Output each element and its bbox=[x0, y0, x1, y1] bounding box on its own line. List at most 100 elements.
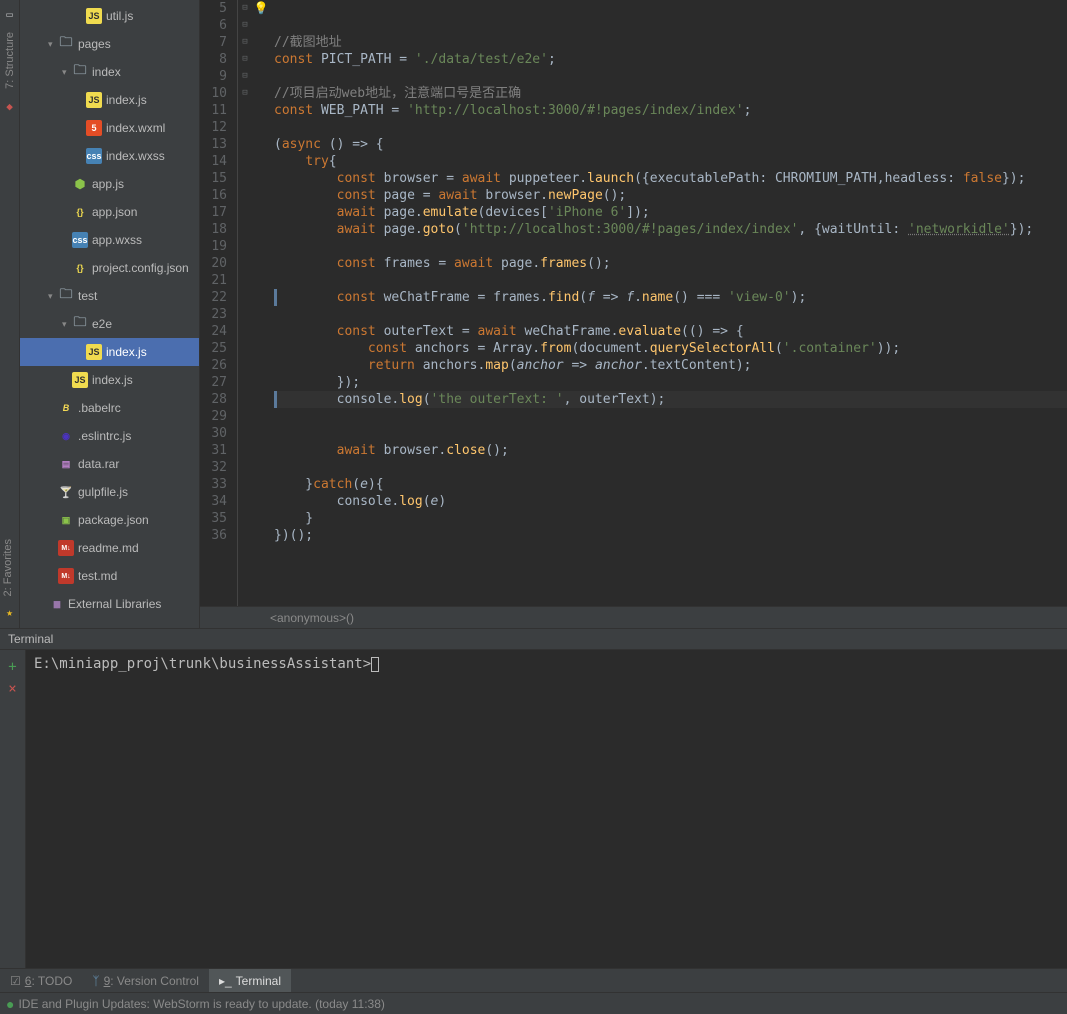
code-line[interactable] bbox=[274, 425, 1067, 442]
structure-tool-button[interactable]: 7: Structure bbox=[4, 32, 16, 89]
line-number[interactable]: 30 bbox=[206, 425, 227, 442]
code-line[interactable]: } bbox=[274, 510, 1067, 527]
code-editor[interactable]: //截图地址const PICT_PATH = './data/test/e2e… bbox=[270, 0, 1067, 606]
tree-item-pages[interactable]: pages bbox=[20, 30, 199, 58]
line-number[interactable]: 9 bbox=[206, 68, 227, 85]
terminal-tab[interactable]: Terminal bbox=[0, 629, 1067, 650]
code-line[interactable] bbox=[274, 68, 1067, 85]
code-line[interactable]: await page.emulate(devices['iPhone 6']); bbox=[274, 204, 1067, 221]
line-number[interactable]: 32 bbox=[206, 459, 227, 476]
breadcrumb[interactable]: <anonymous>() bbox=[200, 606, 1067, 628]
code-line[interactable]: const browser = await puppeteer.launch({… bbox=[274, 170, 1067, 187]
line-number[interactable]: 15 bbox=[206, 170, 227, 187]
line-number[interactable]: 21 bbox=[206, 272, 227, 289]
code-line[interactable]: const outerText = await weChatFrame.eval… bbox=[274, 323, 1067, 340]
line-number[interactable]: 26 bbox=[206, 357, 227, 374]
tool-icon-2[interactable]: ◆ bbox=[2, 99, 18, 115]
line-number[interactable]: 29 bbox=[206, 408, 227, 425]
tree-item-test-md[interactable]: M↓test.md bbox=[20, 562, 199, 590]
line-number[interactable]: 17 bbox=[206, 204, 227, 221]
line-number[interactable]: 14 bbox=[206, 153, 227, 170]
line-number[interactable]: 27 bbox=[206, 374, 227, 391]
tree-item-test[interactable]: test bbox=[20, 282, 199, 310]
update-indicator-icon[interactable]: ● bbox=[6, 996, 14, 1012]
fold-mark[interactable]: ⊟ bbox=[238, 51, 252, 68]
tool-icon-1[interactable]: ▭ bbox=[2, 6, 18, 22]
tree-item-package-json[interactable]: package.json bbox=[20, 506, 199, 534]
chevron-down-icon[interactable] bbox=[62, 319, 72, 330]
code-line[interactable]: return anchors.map(anchor => anchor.text… bbox=[274, 357, 1067, 374]
line-number[interactable]: 19 bbox=[206, 238, 227, 255]
fold-mark[interactable]: ⊟ bbox=[238, 68, 252, 85]
star-icon[interactable]: ★ bbox=[2, 604, 18, 620]
tree-item-project-config-json[interactable]: project.config.json bbox=[20, 254, 199, 282]
line-number-gutter[interactable]: 5678910111213141516171819202122232425262… bbox=[200, 0, 238, 606]
code-line[interactable] bbox=[274, 0, 1067, 17]
tree-item--babelrc[interactable]: .babelrc bbox=[20, 394, 199, 422]
line-number[interactable]: 11 bbox=[206, 102, 227, 119]
code-line[interactable]: (async () => { bbox=[274, 136, 1067, 153]
line-number[interactable]: 18 bbox=[206, 221, 227, 238]
line-number[interactable]: 16 bbox=[206, 187, 227, 204]
intention-bulb-icon[interactable]: 💡 bbox=[254, 1, 269, 15]
favorites-tool-button[interactable]: 2: Favorites bbox=[2, 539, 14, 596]
project-tree[interactable]: JSutil.jspagesindexJSindex.js5index.wxml… bbox=[20, 0, 200, 628]
code-line[interactable]: console.log('the outerText: ', outerText… bbox=[274, 391, 1067, 408]
line-number[interactable]: 10 bbox=[206, 85, 227, 102]
code-line[interactable]: })(); bbox=[274, 527, 1067, 544]
code-line[interactable]: const frames = await page.frames(); bbox=[274, 255, 1067, 272]
line-number[interactable]: 12 bbox=[206, 119, 227, 136]
line-number[interactable]: 25 bbox=[206, 340, 227, 357]
tree-item-index-js[interactable]: JSindex.js bbox=[20, 86, 199, 114]
close-terminal-button[interactable]: × bbox=[4, 680, 22, 698]
tree-item--eslintrc-js[interactable]: .eslintrc.js bbox=[20, 422, 199, 450]
code-line[interactable] bbox=[274, 17, 1067, 34]
code-line[interactable]: const page = await browser.newPage(); bbox=[274, 187, 1067, 204]
code-line[interactable]: //项目启动web地址，注意端口号是否正确 bbox=[274, 85, 1067, 102]
line-number[interactable]: 13 bbox=[206, 136, 227, 153]
line-number[interactable]: 33 bbox=[206, 476, 227, 493]
tree-item-index-wxss[interactable]: cssindex.wxss bbox=[20, 142, 199, 170]
tree-item-index[interactable]: index bbox=[20, 58, 199, 86]
code-line[interactable] bbox=[274, 306, 1067, 323]
line-number[interactable]: 8 bbox=[206, 51, 227, 68]
code-line[interactable] bbox=[274, 119, 1067, 136]
code-line[interactable]: const PICT_PATH = './data/test/e2e'; bbox=[274, 51, 1067, 68]
tree-item-app-json[interactable]: app.json bbox=[20, 198, 199, 226]
line-number[interactable]: 6 bbox=[206, 17, 227, 34]
fold-mark[interactable]: ⊟ bbox=[238, 0, 252, 17]
terminal-content[interactable]: E:\miniapp_proj\trunk\businessAssistant> bbox=[26, 650, 1067, 968]
line-number[interactable]: 23 bbox=[206, 306, 227, 323]
tree-item-e2e[interactable]: e2e bbox=[20, 310, 199, 338]
code-line[interactable] bbox=[274, 459, 1067, 476]
code-line[interactable]: try{ bbox=[274, 153, 1067, 170]
fold-column[interactable]: ⊟⊟⊟⊟⊟⊟ bbox=[238, 0, 252, 606]
line-number[interactable]: 31 bbox=[206, 442, 227, 459]
line-number[interactable]: 5 bbox=[206, 0, 227, 17]
chevron-down-icon[interactable] bbox=[62, 67, 72, 78]
line-number[interactable]: 7 bbox=[206, 34, 227, 51]
code-line[interactable]: await page.goto('http://localhost:3000/#… bbox=[274, 221, 1067, 238]
line-number[interactable]: 24 bbox=[206, 323, 227, 340]
fold-mark[interactable]: ⊟ bbox=[238, 34, 252, 51]
tree-item-index-wxml[interactable]: 5index.wxml bbox=[20, 114, 199, 142]
tree-item-readme-md[interactable]: M↓readme.md bbox=[20, 534, 199, 562]
chevron-down-icon[interactable] bbox=[48, 291, 58, 302]
code-line[interactable]: const anchors = Array.from(document.quer… bbox=[274, 340, 1067, 357]
code-line[interactable] bbox=[274, 272, 1067, 289]
vcs-tool-button[interactable]: ᛉ 9: Version Control bbox=[82, 969, 209, 992]
terminal-tool-button[interactable]: ▸_ Terminal bbox=[209, 969, 291, 992]
status-message[interactable]: IDE and Plugin Updates: WebStorm is read… bbox=[18, 997, 384, 1011]
code-line[interactable] bbox=[274, 238, 1067, 255]
code-line[interactable]: const weChatFrame = frames.find(f => f.n… bbox=[274, 289, 1067, 306]
code-line[interactable]: }); bbox=[274, 374, 1067, 391]
code-line[interactable]: await browser.close(); bbox=[274, 442, 1067, 459]
code-line[interactable]: console.log(e) bbox=[274, 493, 1067, 510]
fold-mark[interactable]: ⊟ bbox=[238, 17, 252, 34]
todo-tool-button[interactable]: ☑ 6: TODO bbox=[0, 969, 82, 992]
line-number[interactable]: 28 bbox=[206, 391, 227, 408]
code-line[interactable]: const WEB_PATH = 'http://localhost:3000/… bbox=[274, 102, 1067, 119]
code-line[interactable]: }catch(e){ bbox=[274, 476, 1067, 493]
line-number[interactable]: 22 bbox=[206, 289, 227, 306]
tree-item-data-rar[interactable]: data.rar bbox=[20, 450, 199, 478]
